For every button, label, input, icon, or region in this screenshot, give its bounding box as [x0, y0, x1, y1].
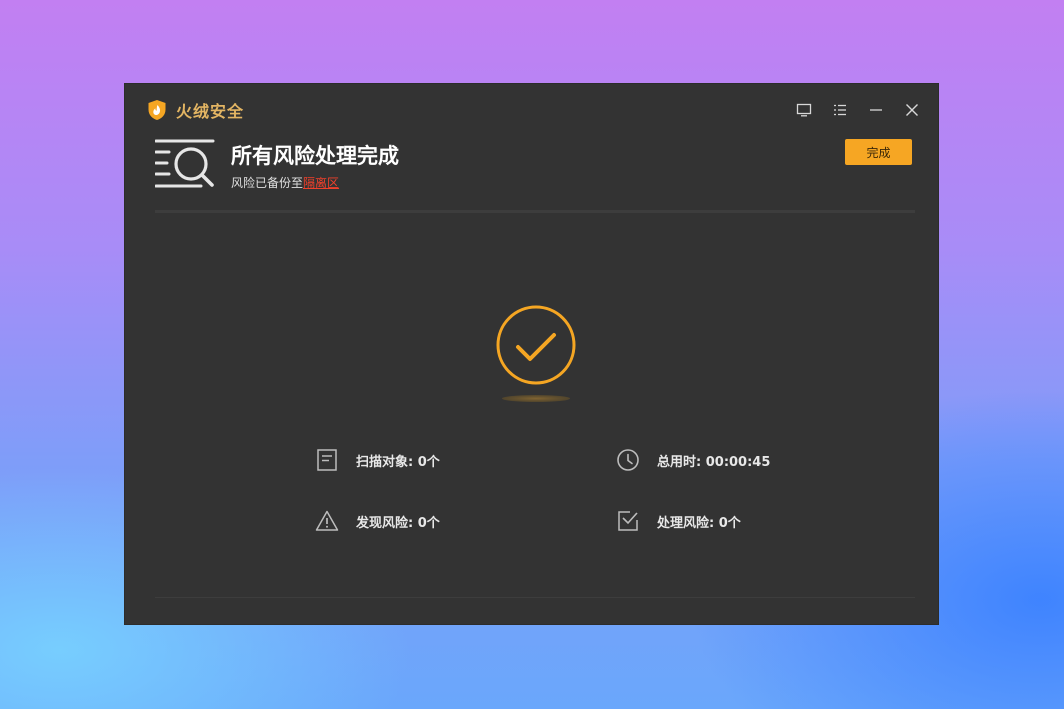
monitor-button[interactable] [786, 100, 822, 120]
done-button[interactable]: 完成 [845, 139, 912, 165]
footer-divider [155, 597, 915, 598]
document-icon [317, 449, 337, 471]
monitor-icon [796, 103, 812, 117]
total-time-label: 总用时: 00:00:45 [657, 454, 771, 470]
app-name: 火绒安全 [176, 102, 245, 121]
checkbox-icon [618, 511, 638, 531]
header-divider [155, 210, 915, 213]
scan-objects-label: 扫描对象: 0个 [356, 454, 440, 470]
menu-button[interactable] [822, 100, 858, 120]
close-icon [906, 104, 918, 116]
minimize-button[interactable] [858, 100, 894, 120]
stat-risks-found: 发现风险: 0个 [314, 508, 440, 534]
success-check-icon [496, 305, 576, 402]
brand: 火绒安全 [147, 98, 244, 122]
menu-list-icon [834, 104, 846, 116]
window-controls [786, 100, 930, 120]
clock-icon [617, 449, 639, 471]
scan-magnifier-icon [155, 139, 215, 188]
subtitle: 风险已备份至隔离区 [231, 174, 339, 191]
app-window: 火绒安全 所有风险处理完成 风险已备份至隔离区 完成 扫描对象: 0个 总用时:… [125, 84, 938, 624]
titlebar: 火绒安全 [125, 84, 938, 134]
stat-scan-objects: 扫描对象: 0个 [314, 447, 440, 473]
warning-icon [315, 510, 339, 531]
risks-found-label: 发现风险: 0个 [356, 515, 440, 531]
quarantine-link[interactable]: 隔离区 [303, 176, 339, 190]
page-title: 所有风险处理完成 [231, 144, 399, 168]
stat-risks-handled: 处理风险: 0个 [615, 508, 741, 534]
risks-handled-label: 处理风险: 0个 [657, 515, 741, 531]
close-button[interactable] [894, 100, 930, 120]
stat-total-time: 总用时: 00:00:45 [615, 447, 770, 473]
minimize-icon [870, 109, 882, 111]
subtitle-text: 风险已备份至 [231, 176, 304, 190]
shield-flame-icon [148, 100, 166, 120]
